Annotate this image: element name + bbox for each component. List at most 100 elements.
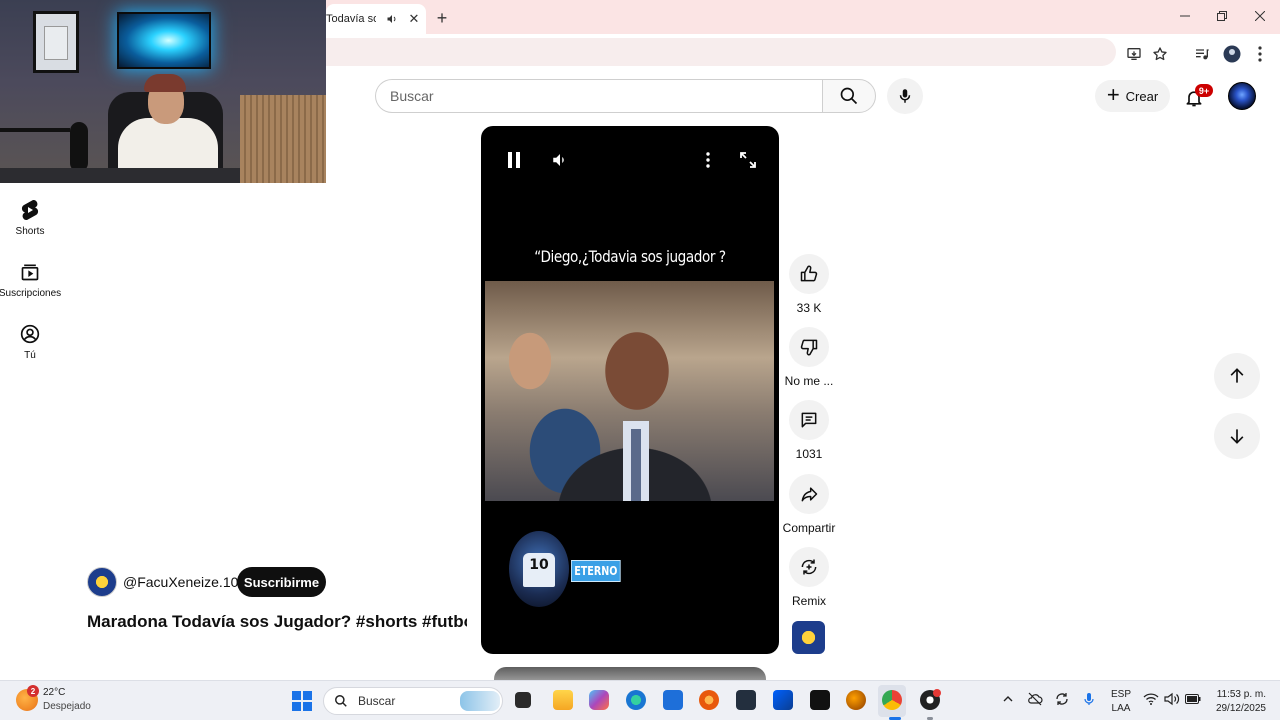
browser-menu-icon[interactable] xyxy=(1250,44,1270,64)
minimize-icon[interactable] xyxy=(1173,6,1197,26)
search-button[interactable] xyxy=(822,79,876,113)
like-count: 33 K xyxy=(796,301,822,315)
video-frame xyxy=(485,281,774,501)
file-explorer-icon[interactable] xyxy=(553,690,573,710)
chrome-icon[interactable] xyxy=(882,690,902,710)
firefox-icon[interactable] xyxy=(699,690,719,710)
comment-count: 1031 xyxy=(795,447,823,461)
recording-dot-icon xyxy=(933,689,941,697)
media-control-icon[interactable] xyxy=(1192,44,1212,64)
you-icon xyxy=(18,322,42,346)
dislike-action: No me ... xyxy=(778,327,840,388)
sync-icon[interactable] xyxy=(1054,691,1070,707)
amazon-icon[interactable] xyxy=(736,690,756,710)
comments-button[interactable] xyxy=(789,400,829,440)
sidebar-item-label: Suscripciones xyxy=(0,288,62,299)
thumbs-down-icon xyxy=(800,339,818,356)
start-button[interactable] xyxy=(292,691,312,711)
new-tab-button[interactable]: + xyxy=(432,8,452,28)
tab-close-icon[interactable]: ✕ xyxy=(406,11,422,27)
search-input[interactable] xyxy=(390,87,810,105)
sidebar-item-subscriptions[interactable]: Suscripciones xyxy=(0,260,62,299)
install-app-icon[interactable] xyxy=(1124,44,1144,64)
next-short-button[interactable] xyxy=(1214,413,1260,459)
profile-avatar-icon[interactable] xyxy=(1222,44,1242,64)
taskbar: 2 22°C Despejado Buscar ESP LAA 11:53 p.… xyxy=(0,680,1280,720)
cloud-off-icon[interactable] xyxy=(1027,691,1043,707)
weather-badge: 2 xyxy=(27,685,39,697)
search-highlight-image xyxy=(460,691,500,711)
remix-button[interactable] xyxy=(789,547,829,587)
copilot-icon[interactable] xyxy=(589,690,609,710)
weather-temperature[interactable]: 22°C xyxy=(43,687,65,698)
microphone-tray-icon[interactable] xyxy=(1081,691,1097,707)
shorts-player[interactable]: “Diego,¿Todavia sos jugador ? 10 ETERNO xyxy=(481,126,779,654)
watermark-number: 10 xyxy=(529,557,549,573)
channel-avatar[interactable] xyxy=(87,567,117,597)
store-icon[interactable] xyxy=(663,690,683,710)
share-icon xyxy=(801,487,818,502)
weather-description[interactable]: Despejado xyxy=(43,701,91,712)
plus-icon: + xyxy=(1106,82,1120,107)
sidebar-item-you[interactable]: Tú xyxy=(0,322,60,361)
clock-time: 11:53 p. m. xyxy=(1216,689,1266,700)
dislike-button[interactable] xyxy=(789,327,829,367)
search-box xyxy=(375,79,823,113)
channel-mini-avatar[interactable] xyxy=(792,621,825,654)
create-label: Crear xyxy=(1125,88,1159,104)
battery-icon[interactable] xyxy=(1185,691,1201,707)
microphone xyxy=(70,122,88,172)
framed-jersey xyxy=(33,11,79,73)
pause-icon[interactable] xyxy=(502,148,526,172)
wifi-icon[interactable] xyxy=(1143,691,1159,707)
channel-name[interactable]: @FacuXeneize.10 xyxy=(123,574,238,590)
window-close-icon[interactable] xyxy=(1248,6,1272,26)
search-icon xyxy=(335,695,347,707)
remix-label: Remix xyxy=(791,594,826,608)
restore-icon[interactable] xyxy=(1210,6,1234,26)
account-avatar[interactable] xyxy=(1228,82,1256,110)
arrow-down-icon xyxy=(1230,429,1244,444)
speaker-icon[interactable] xyxy=(1164,691,1180,707)
previous-short-button[interactable] xyxy=(1214,353,1260,399)
like-button[interactable] xyxy=(789,254,829,294)
dropbox-icon[interactable] xyxy=(773,690,793,710)
more-options-icon[interactable] xyxy=(696,148,720,172)
capcut-icon[interactable] xyxy=(810,690,830,710)
search-icon xyxy=(840,87,858,105)
thumbs-up-icon xyxy=(800,265,818,282)
language-indicator[interactable]: ESP LAA xyxy=(1111,688,1131,716)
keyboard-layout: LAA xyxy=(1111,703,1131,714)
share-button[interactable] xyxy=(789,474,829,514)
subscribe-button[interactable]: Suscribirme xyxy=(237,567,326,597)
system-clock[interactable]: 11:53 p. m. 29/12/2025 xyxy=(1200,688,1266,716)
address-bar[interactable] xyxy=(326,38,1116,66)
volume-icon[interactable] xyxy=(548,148,572,172)
language-code: ESP xyxy=(1111,689,1132,700)
chevron-up-icon[interactable] xyxy=(1000,691,1016,707)
edge-icon[interactable] xyxy=(626,690,646,710)
tab-audio-icon[interactable] xyxy=(384,11,400,27)
taskbar-search-label: Buscar xyxy=(358,694,396,708)
browser-tab[interactable]: Todavía sos ✕ xyxy=(326,4,426,34)
channel-watermark: 10 xyxy=(509,531,569,607)
watermark-tag: ETERNO xyxy=(571,560,621,582)
fullscreen-icon[interactable] xyxy=(736,148,760,172)
sidebar-item-label: Tú xyxy=(24,350,36,361)
like-action: 33 K xyxy=(778,254,840,315)
remix-action: Remix xyxy=(778,547,840,608)
voice-search-button[interactable] xyxy=(887,78,923,114)
video-title[interactable]: Maradona Todavía sos Jugador? #shorts #f… xyxy=(87,612,467,632)
sidebar-item-label: Shorts xyxy=(15,226,45,237)
shorts-icon xyxy=(18,198,42,222)
bookmark-star-icon[interactable] xyxy=(1150,44,1170,64)
comments-action: 1031 xyxy=(778,400,840,461)
sidebar-item-shorts[interactable]: Shorts xyxy=(0,198,60,237)
task-view-icon[interactable] xyxy=(515,692,531,708)
next-short-preview[interactable] xyxy=(494,667,766,681)
taskbar-search[interactable]: Buscar xyxy=(323,687,503,715)
share-label: Compartir xyxy=(782,521,836,535)
remix-icon xyxy=(801,559,817,575)
create-button[interactable]: + Crear xyxy=(1095,80,1170,112)
app-icon[interactable] xyxy=(846,690,866,710)
